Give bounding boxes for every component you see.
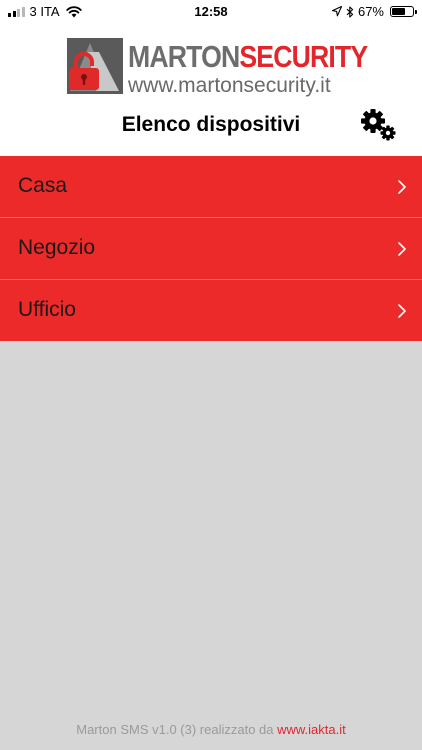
brand-url: www.martonsecurity.it <box>128 74 331 97</box>
battery-icon <box>390 6 417 17</box>
bluetooth-icon <box>346 5 354 18</box>
footer-link[interactable]: www.iakta.it <box>277 722 346 737</box>
location-arrow-icon <box>331 6 342 17</box>
header: MARTONSECURITY www.martonsecurity.it Ele… <box>0 24 422 156</box>
brand-logo: MARTONSECURITY www.martonsecurity.it <box>66 35 368 97</box>
device-label: Negozio <box>18 236 96 259</box>
brand-marton: MARTON <box>128 39 240 74</box>
status-right: 67% <box>331 4 417 19</box>
device-label: Ufficio <box>18 298 76 321</box>
settings-button[interactable] <box>360 109 398 143</box>
footer-credit: Marton SMS v1.0 (3) realizzato da <box>76 722 278 737</box>
brand-name: MARTONSECURITY <box>128 39 368 74</box>
battery-percent: 67% <box>357 4 384 19</box>
chevron-right-icon <box>398 242 406 256</box>
device-label: Casa <box>18 174 68 197</box>
title-bar: Elenco dispositivi <box>0 108 422 144</box>
device-row-casa[interactable]: Casa <box>0 156 422 218</box>
chevron-right-icon <box>398 304 406 318</box>
brand-security: SECURITY <box>239 39 368 74</box>
device-list: Casa Negozio Ufficio <box>0 156 422 341</box>
battery-level <box>392 8 405 15</box>
status-bar: 3 ITA 12:58 67% <box>0 0 422 24</box>
chevron-right-icon <box>398 180 406 194</box>
footer: Marton SMS v1.0 (3) realizzato da www.ia… <box>0 722 422 737</box>
padlock-logo-icon <box>67 38 123 94</box>
device-row-negozio[interactable]: Negozio <box>0 218 422 280</box>
gears-icon <box>361 109 396 141</box>
device-row-ufficio[interactable]: Ufficio <box>0 280 422 341</box>
page-title: Elenco dispositivi <box>121 113 301 136</box>
battery-cap <box>415 10 417 14</box>
